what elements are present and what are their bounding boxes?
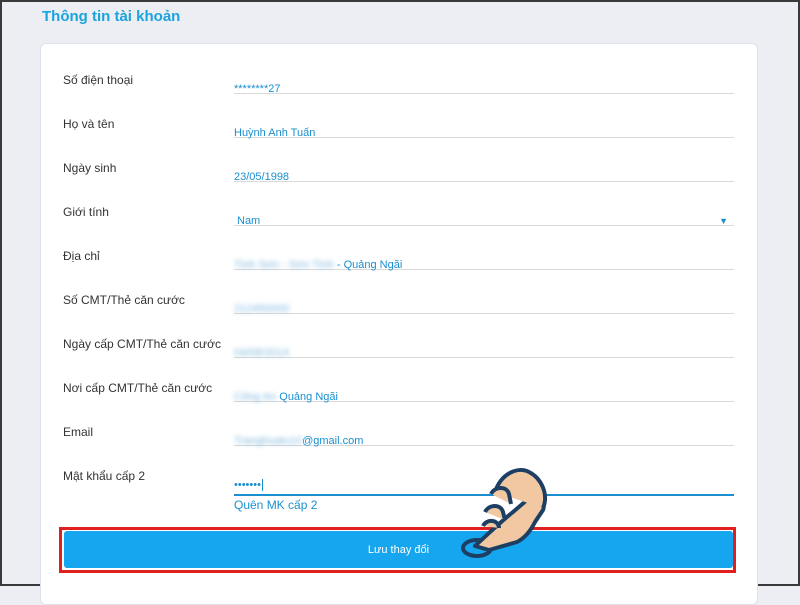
id-issue-date-label: Ngày cấp CMT/Thẻ căn cước	[63, 337, 221, 351]
address-blurred: Tịnh Sơn - Sơn Tịnh	[234, 259, 334, 271]
id-number-value: 212450000	[234, 303, 289, 315]
forgot-password2-link[interactable]: Quên MK cấp 2	[234, 498, 317, 512]
dropdown-arrow-icon: ▼	[719, 216, 728, 226]
id-number-row: Số CMT/Thẻ căn cước 212450000	[63, 293, 734, 337]
email-label: Email	[63, 425, 94, 439]
id-number-label: Số CMT/Thẻ căn cước	[63, 293, 185, 307]
text-cursor	[261, 479, 263, 492]
gender-row: Giới tính Nam ▼	[63, 205, 734, 249]
save-button-label: Lưu thay đổi	[367, 543, 430, 556]
pointing-hand-icon	[461, 468, 548, 558]
phone-row: Số điện thoại ********27	[63, 73, 734, 117]
address-label: Địa chỉ	[63, 249, 100, 263]
id-issue-place-value: Công An Quảng Ngãi	[234, 391, 338, 403]
id-issue-place-visible: Quảng Ngãi	[276, 391, 338, 403]
address-field[interactable]: Tịnh Sơn - Sơn Tịnh - Quảng Ngãi	[234, 249, 734, 271]
page-title: Thông tin tài khoản	[42, 8, 181, 25]
phone-value: ********27	[234, 83, 281, 95]
address-row: Địa chỉ Tịnh Sơn - Sơn Tịnh - Quảng Ngãi	[63, 249, 734, 293]
password2-label: Mật khẩu cấp 2	[63, 469, 146, 483]
id-issue-place-field[interactable]: Công An Quảng Ngãi	[234, 381, 734, 403]
password2-value: •••••••	[234, 479, 263, 492]
save-changes-button[interactable]: Lưu thay đổi	[64, 531, 733, 568]
id-issue-date-row: Ngày cấp CMT/Thẻ căn cước 04/08/2014	[63, 337, 734, 381]
id-issue-date-blurred: 04/08/2014	[234, 347, 290, 359]
id-number-blurred: 212450000	[234, 303, 290, 315]
address-visible: - Quảng Ngãi	[333, 259, 403, 271]
birthday-row: Ngày sinh 23/05/1998	[63, 161, 734, 205]
email-visible: @gmail.com	[302, 435, 364, 447]
gender-select[interactable]: Nam ▼	[234, 205, 734, 227]
password2-row: Mật khẩu cấp 2 •••••••	[63, 469, 734, 513]
phone-label: Số điện thoại	[63, 73, 134, 87]
fullname-field[interactable]: Huỳnh Anh Tuấn	[234, 117, 734, 139]
birthday-value: 23/05/1998	[234, 171, 290, 183]
password2-dots: •••••••	[234, 479, 261, 491]
phone-field[interactable]: ********27	[234, 73, 734, 95]
address-value: Tịnh Sơn - Sơn Tịnh - Quảng Ngãi	[234, 259, 402, 271]
gender-value: Nam	[237, 215, 261, 227]
id-issue-place-row: Nơi cấp CMT/Thẻ căn cước Công An Quảng N…	[63, 381, 734, 425]
birthday-field[interactable]: 23/05/1998	[234, 161, 734, 183]
id-issue-place-blurred: Công An	[234, 391, 277, 403]
id-issue-date-field[interactable]: 04/08/2014	[234, 337, 734, 359]
gender-label: Giới tính	[63, 205, 109, 219]
email-value: Tranghuatu10@gmail.com	[234, 435, 363, 447]
id-issue-place-label: Nơi cấp CMT/Thẻ căn cước	[63, 381, 213, 395]
fullname-row: Họ và tên Huỳnh Anh Tuấn	[63, 117, 734, 161]
birthday-label: Ngày sinh	[63, 161, 117, 175]
id-number-field[interactable]: 212450000	[234, 293, 734, 315]
fullname-value: Huỳnh Anh Tuấn	[234, 127, 316, 139]
email-blurred: Tranghuatu10	[234, 435, 303, 447]
fullname-label: Họ và tên	[63, 117, 115, 131]
email-row: Email Tranghuatu10@gmail.com	[63, 425, 734, 469]
id-issue-date-value: 04/08/2014	[234, 347, 289, 359]
email-field[interactable]: Tranghuatu10@gmail.com	[234, 425, 734, 447]
